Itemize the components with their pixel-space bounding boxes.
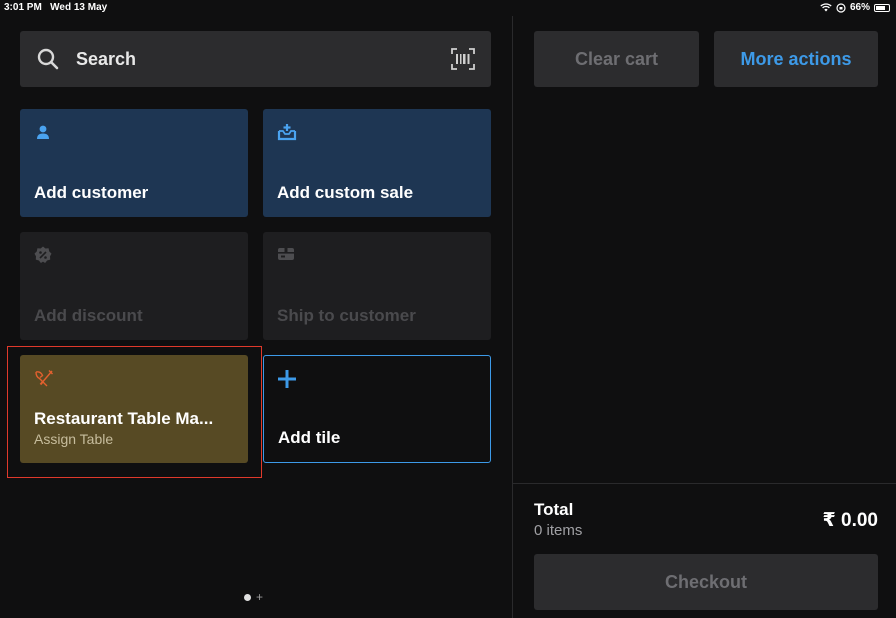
search-icon [37,48,59,70]
left-panel: Search Add customer Add custom sale Add … [0,16,512,618]
tray-plus-icon [277,124,297,141]
orientation-lock-icon [836,2,846,13]
tile-title: Add custom sale [277,183,414,202]
clear-cart-button[interactable]: Clear cart [534,31,699,87]
tile-title: Add customer [34,183,149,202]
page-indicator[interactable]: + [244,591,263,603]
person-icon [35,124,51,140]
add-page-icon[interactable]: + [256,591,263,603]
tile-add-customer[interactable]: Add customer [20,109,248,217]
battery-percent: 66% [849,2,870,13]
tile-add-custom-sale[interactable]: Add custom sale [263,109,491,217]
discount-badge-icon [34,246,52,263]
tile-add-tile[interactable]: Add tile [263,355,491,463]
total-label: Total [534,500,574,519]
battery-icon [874,3,890,12]
tile-title: Add tile [278,428,341,447]
total-amount: ₹ 0.00 [822,510,878,531]
tile-title: Ship to customer [277,306,416,325]
plus-icon [278,370,296,388]
barcode-icon[interactable] [451,48,475,70]
status-time: 3:01 PM [4,2,42,13]
selection-highlight [7,346,262,478]
status-indicators: 66% [820,2,890,13]
checkout-button[interactable]: Checkout [534,554,878,610]
items-count: 0 items [534,522,583,539]
status-bar: 3:01 PM Wed 13 May 66% [0,0,896,16]
page-dot-active[interactable] [244,594,251,601]
cart-panel: Clear cart More actions Total 0 items ₹ … [513,16,896,618]
more-actions-button[interactable]: More actions [714,31,878,87]
total-divider [513,483,896,484]
status-time-date: 3:01 PM Wed 13 May [4,2,107,13]
tile-add-discount[interactable]: Add discount [20,232,248,340]
wifi-icon [820,3,832,12]
status-date: Wed 13 May [50,2,108,13]
tile-title: Add discount [34,306,143,325]
search-bar[interactable]: Search [20,31,491,87]
tile-ship-to-customer[interactable]: Ship to customer [263,232,491,340]
search-label: Search [76,49,137,69]
package-icon [278,248,294,260]
